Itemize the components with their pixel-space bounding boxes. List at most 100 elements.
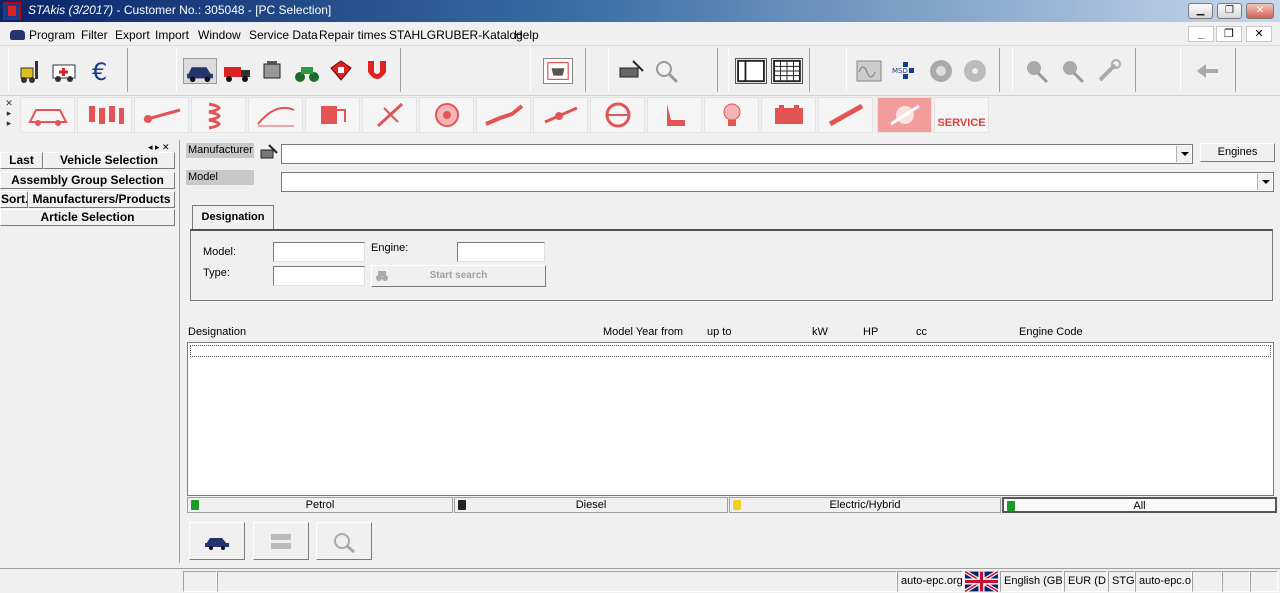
back-arrow-icon[interactable]	[1193, 58, 1221, 84]
column-cc[interactable]: cc	[916, 326, 927, 338]
euro-icon[interactable]: €	[89, 58, 117, 84]
column-engine-code[interactable]: Engine Code	[1019, 326, 1083, 338]
category-brake-disc-icon[interactable]	[419, 97, 474, 133]
column-kw[interactable]: kW	[812, 326, 828, 338]
category-tools-icon[interactable]	[362, 97, 417, 133]
results-list[interactable]	[187, 342, 1274, 496]
disc-icon[interactable]	[961, 58, 989, 84]
type-search-input[interactable]	[273, 266, 365, 286]
model-combo[interactable]	[281, 172, 1274, 192]
article-selection-button[interactable]: Article Selection	[0, 209, 175, 226]
engine-icon[interactable]	[259, 58, 287, 84]
model-search-input[interactable]	[273, 242, 365, 262]
msd-icon[interactable]: MSD	[891, 58, 919, 84]
vehicle-search-button[interactable]	[316, 522, 372, 560]
engines-button[interactable]: Engines	[1200, 143, 1275, 162]
menu-repair-times[interactable]: Repair times	[319, 28, 386, 42]
menu-export[interactable]: Export	[115, 28, 150, 42]
status-language: English (GB)	[1000, 571, 1063, 592]
manufacturer-edit-icon[interactable]	[259, 143, 279, 161]
category-seat-icon[interactable]	[647, 97, 702, 133]
ambulance-icon[interactable]	[51, 58, 79, 84]
vehicle-details-button[interactable]	[189, 522, 245, 560]
minimize-button[interactable]: ▁	[1188, 3, 1213, 19]
engine-search-label: Engine:	[371, 242, 409, 254]
category-injector-icon[interactable]	[818, 97, 873, 133]
start-search-button[interactable]: Start search	[371, 265, 546, 287]
vehicle-selection-button[interactable]: Vehicle Selection	[43, 152, 175, 169]
manufacturer-dropdown-icon[interactable]	[1176, 146, 1191, 162]
status-site: auto-epc.org	[897, 571, 963, 592]
zoom-icon[interactable]	[653, 58, 681, 84]
vehicle-edit-icon[interactable]	[617, 58, 645, 84]
menu-service-data[interactable]: Service Data	[249, 28, 318, 42]
menu-help[interactable]: Help	[514, 28, 539, 42]
vehicle-compare-button[interactable]	[253, 522, 309, 560]
category-driveshaft-icon[interactable]	[134, 97, 189, 133]
start-search-label: Start search	[429, 270, 488, 281]
forklift-icon[interactable]	[17, 58, 45, 84]
toolbar-group-4	[608, 48, 718, 92]
mdi-restore-button[interactable]: ❐	[1216, 26, 1242, 42]
table-row[interactable]	[190, 345, 1271, 357]
menu-program[interactable]: Program	[29, 28, 75, 42]
category-battery-icon[interactable]	[761, 97, 816, 133]
manufacturers-products-button[interactable]: Manufacturers/Products	[28, 191, 175, 208]
fuel-petrol-button[interactable]: Petrol	[187, 497, 453, 513]
category-fuel-pump-icon[interactable]	[305, 97, 360, 133]
car-selection-icon[interactable]	[183, 58, 217, 84]
shopping-cart-icon[interactable]	[543, 58, 573, 84]
svg-text:€: €	[92, 58, 107, 84]
tab-designation[interactable]: Designation	[192, 205, 274, 230]
category-steering-linkage-icon[interactable]	[533, 97, 588, 133]
close-button[interactable]: ✕	[1246, 3, 1274, 19]
single-view-icon[interactable]	[735, 58, 767, 84]
fuel-electric-hybrid-button[interactable]: Electric/Hybrid	[729, 497, 1001, 513]
fuel-filter-bar: Petrol Diesel Electric/Hybrid All	[187, 497, 1277, 513]
fuel-diesel-button[interactable]: Diesel	[454, 497, 728, 513]
column-model-year-from[interactable]: Model Year from	[603, 326, 683, 338]
sort-button[interactable]: Sort.	[0, 191, 28, 208]
status-currency: EUR (D)	[1064, 571, 1107, 592]
menu-filter[interactable]: Filter	[81, 28, 108, 42]
search-icon[interactable]	[1023, 58, 1051, 84]
menu-stahlgruber-katalog[interactable]: STAHLGRUBER-Katalog	[389, 28, 523, 42]
status-cell-5	[1250, 571, 1278, 592]
mdi-close-button[interactable]: ✕	[1246, 26, 1272, 42]
oscilloscope-icon[interactable]	[855, 58, 883, 84]
fuel-all-button[interactable]: All	[1002, 497, 1277, 513]
category-service-label: SERVICE	[937, 117, 986, 129]
tire-icon[interactable]	[927, 58, 955, 84]
grid-view-icon[interactable]	[771, 58, 803, 84]
all-fuel-icon	[1007, 501, 1015, 511]
wrench-icon[interactable]	[1095, 58, 1123, 84]
category-engine-pistons-icon[interactable]	[77, 97, 132, 133]
category-service-icon[interactable]: SERVICE	[934, 97, 989, 133]
motorcycle-icon[interactable]	[293, 58, 321, 84]
category-steering-wheel-icon[interactable]	[590, 97, 645, 133]
menu-import[interactable]: Import	[155, 28, 189, 42]
catalog-book-icon[interactable]	[327, 58, 355, 84]
category-accessories-icon[interactable]	[877, 97, 932, 133]
mdi-minimize-button[interactable]: _	[1188, 26, 1214, 42]
engine-search-input[interactable]	[457, 242, 545, 262]
model-dropdown-icon[interactable]	[1257, 174, 1272, 190]
column-designation[interactable]: Designation	[188, 326, 246, 338]
search-advanced-icon[interactable]	[1059, 58, 1087, 84]
category-body-icon[interactable]	[20, 97, 75, 133]
maximize-button[interactable]: ❐	[1217, 3, 1242, 19]
magnet-icon[interactable]	[363, 58, 391, 84]
column-hp[interactable]: HP	[863, 326, 878, 338]
last-button[interactable]: Last	[0, 152, 43, 169]
category-bar-controls[interactable]: ✕ ▸ ▸	[3, 98, 15, 132]
category-exhaust-icon[interactable]	[476, 97, 531, 133]
column-up-to[interactable]: up to	[707, 326, 731, 338]
assembly-group-selection-button[interactable]: Assembly Group Selection	[0, 172, 175, 189]
manufacturer-combo[interactable]	[281, 144, 1193, 164]
category-lamp-icon[interactable]	[704, 97, 759, 133]
truck-icon[interactable]	[222, 58, 254, 84]
menu-window[interactable]: Window	[198, 28, 241, 42]
category-spring-icon[interactable]	[191, 97, 246, 133]
status-site-2: auto-epc.or	[1135, 571, 1192, 592]
category-windshield-icon[interactable]	[248, 97, 303, 133]
